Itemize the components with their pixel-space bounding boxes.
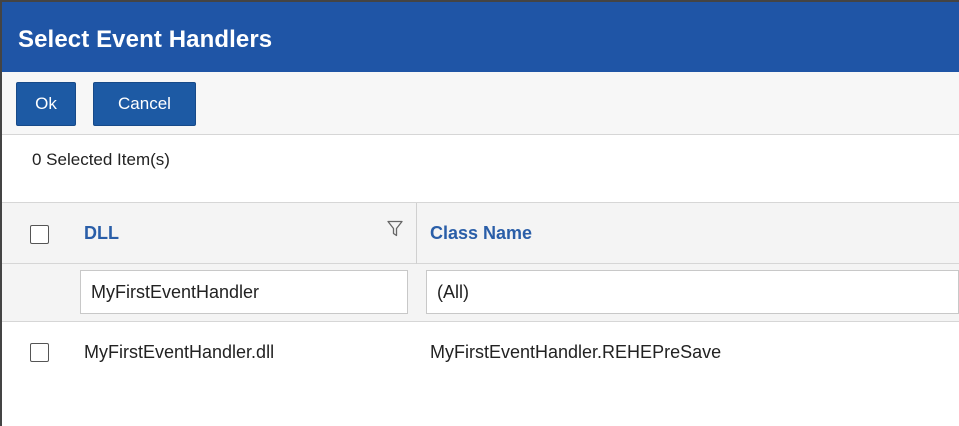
column-header-dll[interactable]: DLL [84, 223, 119, 244]
select-all-checkbox[interactable] [30, 225, 49, 244]
selected-items-count: 0 Selected Item(s) [32, 150, 170, 169]
grid-header-row: DLL Class Name [2, 202, 959, 265]
cancel-button[interactable]: Cancel [93, 82, 196, 126]
dll-cell: MyFirstEventHandler.dll [84, 342, 275, 362]
row-checkbox[interactable] [30, 343, 49, 362]
filter-icon[interactable] [387, 220, 403, 238]
class-name-cell: MyFirstEventHandler.REHEPreSave [430, 342, 722, 362]
table-row[interactable]: MyFirstEventHandler.dll MyFirstEventHand… [2, 322, 959, 382]
dll-filter-input[interactable] [80, 270, 408, 314]
toolbar: Ok Cancel [2, 72, 959, 135]
grid-filter-row [2, 264, 959, 322]
event-handlers-grid: DLL Class Name MyFirstEventHandler.dll M… [2, 202, 959, 426]
select-event-handlers-dialog: Select Event Handlers Ok Cancel 0 Select… [0, 0, 959, 426]
class-name-filter-input[interactable] [426, 270, 959, 314]
dialog-title: Select Event Handlers [18, 26, 273, 53]
column-header-class-name[interactable]: Class Name [430, 223, 532, 244]
dialog-title-bar: Select Event Handlers [2, 2, 959, 72]
column-divider[interactable] [416, 203, 417, 265]
ok-button[interactable]: Ok [16, 82, 76, 126]
